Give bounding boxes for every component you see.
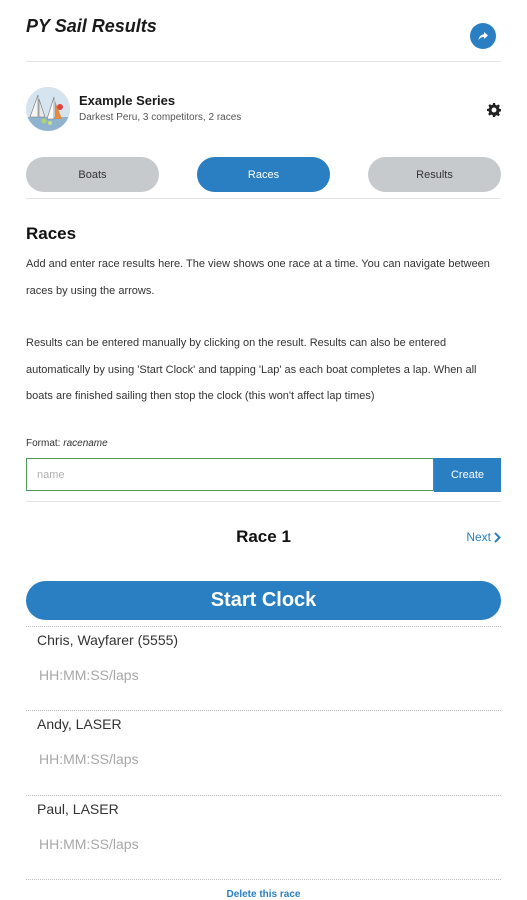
race-name-input[interactable] [26, 458, 434, 491]
races-description: Add and enter race results here. The vie… [26, 258, 490, 297]
next-label: Next [466, 530, 491, 544]
gear-icon[interactable] [487, 103, 501, 117]
tab-results[interactable]: Results [368, 157, 501, 192]
section-title: Races [26, 224, 77, 243]
race-title: Race 1 [236, 527, 291, 546]
format-value: racename [63, 438, 108, 449]
share-button[interactable] [470, 23, 496, 49]
create-race-button[interactable]: Create [434, 458, 501, 492]
competitor-name: Chris, Wayfarer (5555) [37, 632, 179, 648]
competitor-name: Paul, LASER [37, 801, 119, 817]
tabs-divider [26, 198, 501, 199]
app-title: PY Sail Results [26, 16, 157, 36]
lap-time-input[interactable] [35, 747, 343, 771]
competitor-name: Andy, LASER [37, 716, 122, 732]
series-subtitle: Darkest Peru, 3 competitors, 2 races [79, 112, 242, 123]
series-avatar [26, 87, 70, 131]
series-name: Example Series [79, 93, 176, 108]
delete-race-link[interactable]: Delete this race [26, 889, 501, 900]
tab-races[interactable]: Races [197, 157, 330, 192]
tab-boats[interactable]: Boats [26, 157, 159, 192]
header-divider [26, 61, 501, 62]
chevron-right-icon [494, 531, 501, 543]
clock-description: Results can be entered manually by click… [26, 337, 477, 402]
lap-time-input[interactable] [35, 663, 343, 687]
create-divider [26, 501, 501, 502]
next-race-link[interactable]: Next [466, 530, 501, 544]
start-clock-button[interactable]: Start Clock [26, 581, 501, 620]
row-divider [26, 710, 501, 711]
format-label-text: Format: [26, 438, 61, 449]
format-label: Format: racename [26, 438, 108, 449]
lap-time-input[interactable] [35, 832, 343, 856]
row-divider [26, 879, 501, 880]
row-divider [26, 795, 501, 796]
share-icon [478, 32, 488, 40]
row-divider [26, 626, 501, 627]
